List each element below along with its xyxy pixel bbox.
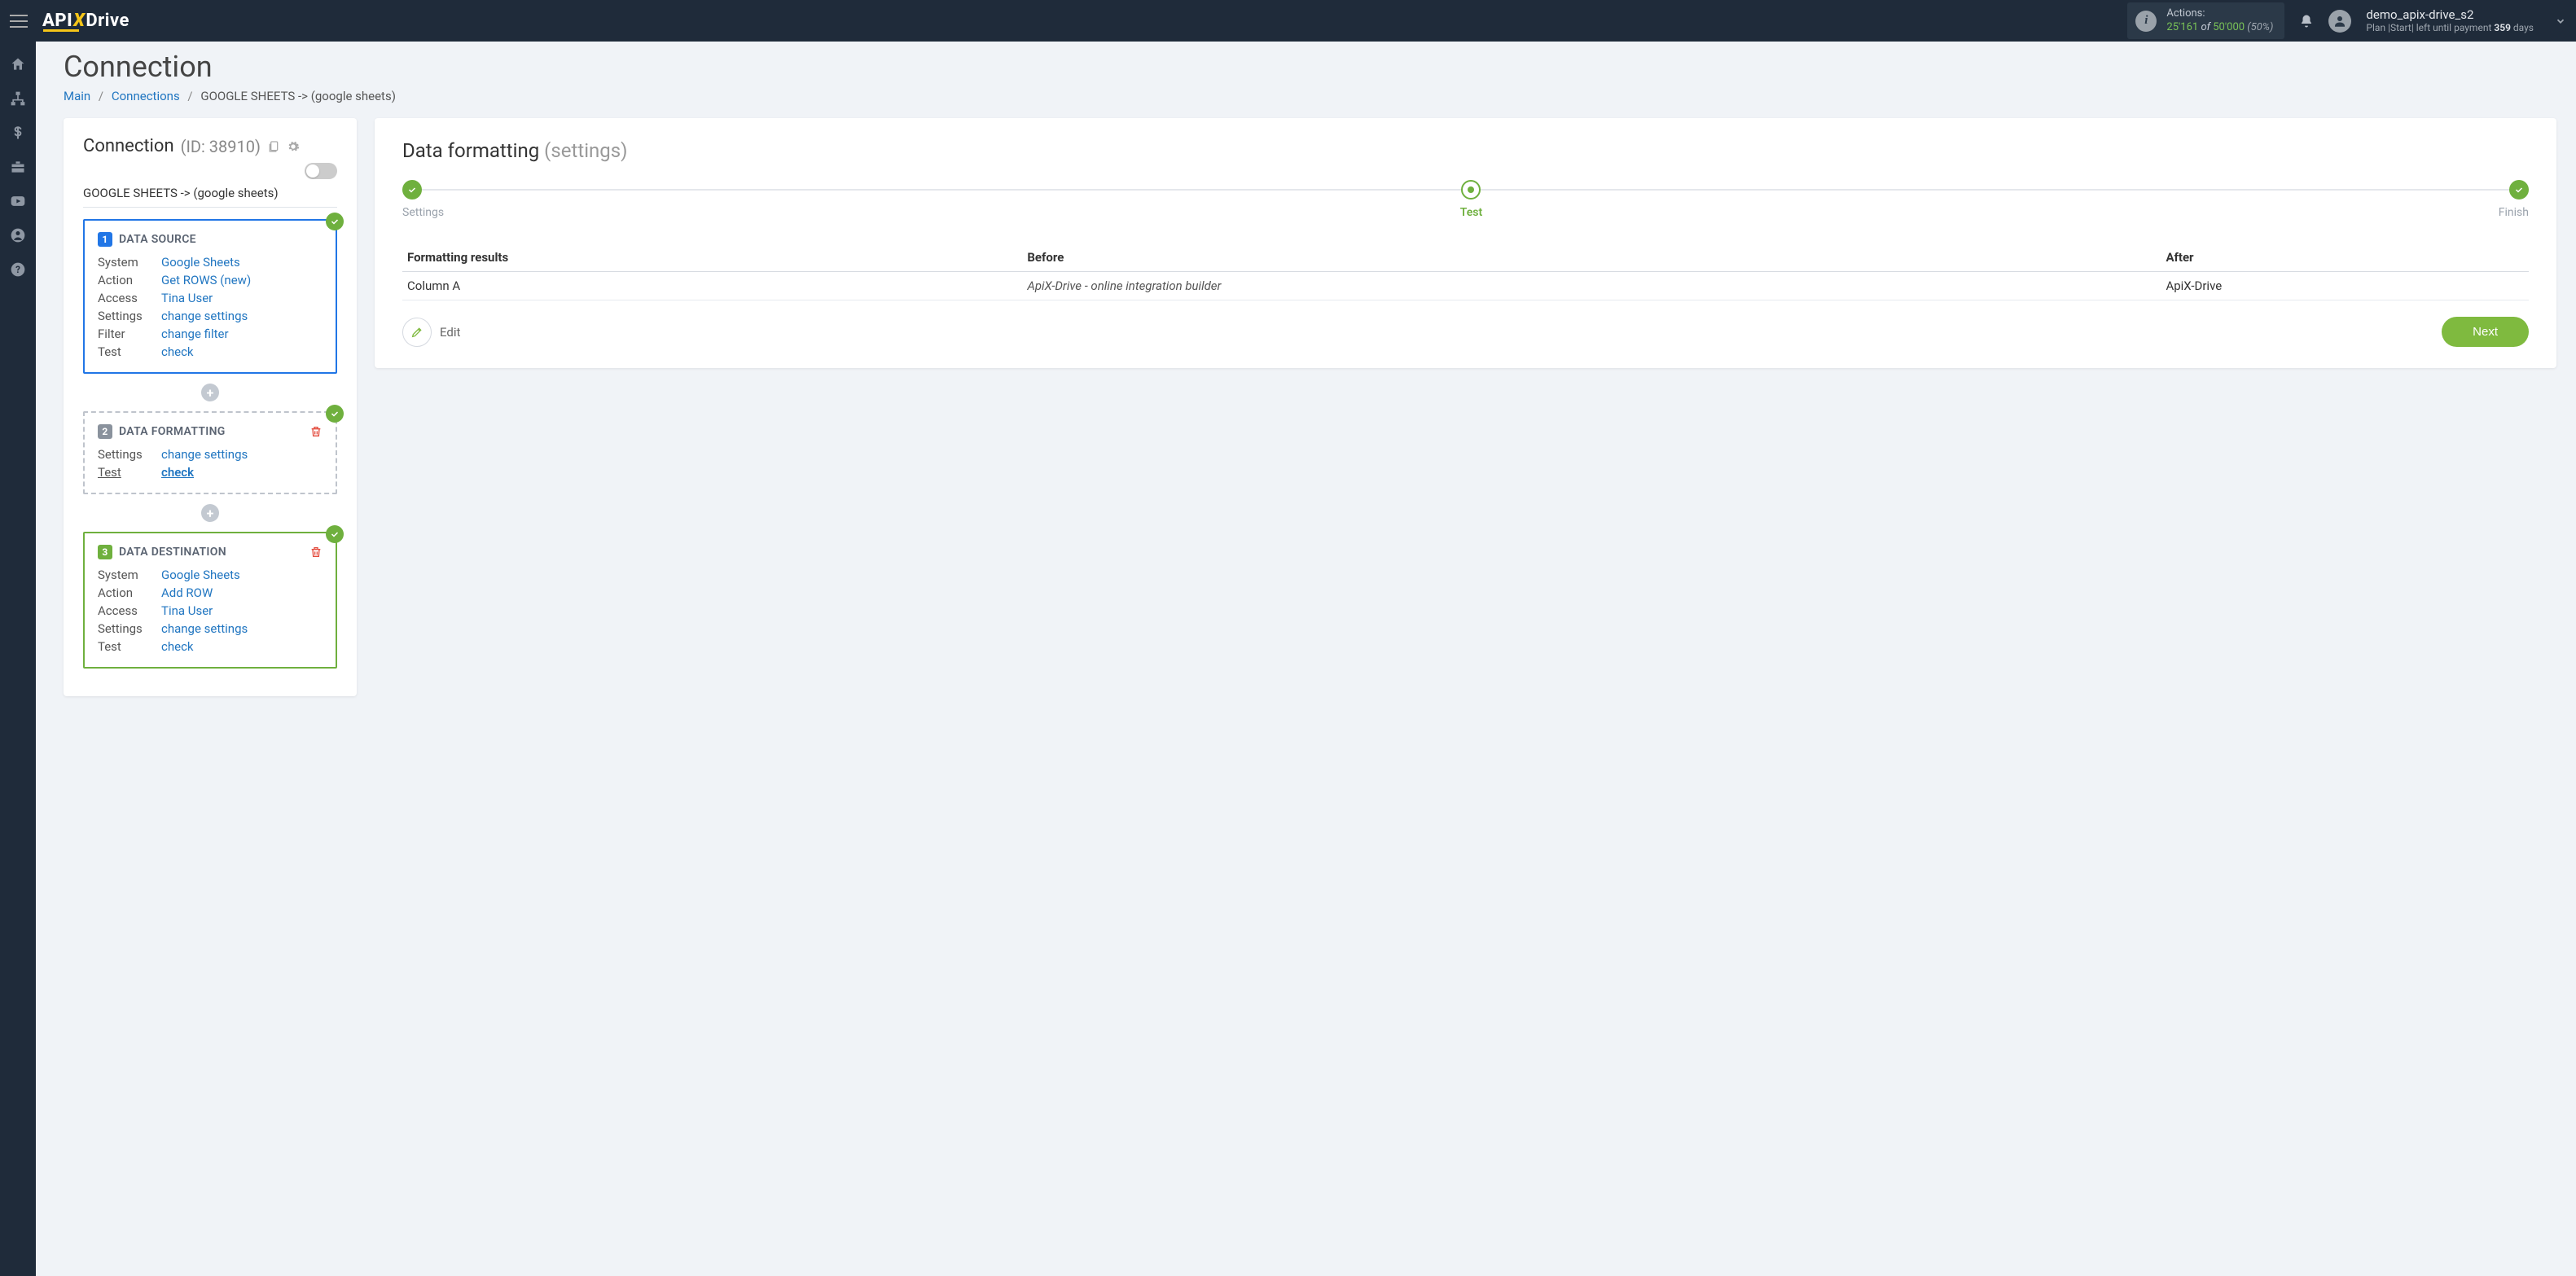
gear-icon[interactable] [287, 140, 300, 153]
copy-icon[interactable] [267, 140, 280, 153]
check-icon [326, 405, 344, 423]
actions-of: of [2201, 21, 2210, 33]
col-before: Before [1022, 243, 2161, 272]
breadcrumb: Main / Connections / GOOGLE SHEETS -> (g… [64, 89, 2556, 103]
user-menu[interactable]: demo_apix-drive_s2 Plan |Start| left unt… [2366, 7, 2534, 33]
step-title: DATA DESTINATION [119, 546, 226, 559]
breadcrumb-main[interactable]: Main [64, 89, 90, 103]
trash-icon[interactable] [309, 546, 323, 559]
actions-counter[interactable]: i Actions: 25'161 of 50'000 (50%) [2127, 2, 2284, 39]
step-title: DATA SOURCE [119, 233, 196, 246]
notifications-icon[interactable] [2299, 14, 2314, 29]
breadcrumb-connections[interactable]: Connections [112, 89, 180, 103]
check-icon [326, 525, 344, 543]
actions-total: 50'000 [2213, 21, 2245, 33]
step-title: DATA FORMATTING [119, 425, 226, 438]
panel-title: Data formatting (settings) [402, 139, 2529, 162]
avatar[interactable] [2328, 10, 2351, 33]
stepper-test[interactable]: Test [1460, 180, 1482, 219]
add-step-button[interactable]: + [201, 384, 219, 401]
svg-text:?: ? [15, 264, 20, 275]
pencil-icon [402, 318, 432, 347]
col-results: Formatting results [402, 243, 1022, 272]
connection-toggle[interactable] [305, 163, 337, 179]
stepper-settings[interactable]: Settings [402, 180, 444, 219]
connection-heading: Connection [83, 136, 174, 156]
step-data-destination[interactable]: 3 DATA DESTINATION SystemGoogle Sheets A… [83, 532, 337, 669]
actions-used: 25'161 [2166, 21, 2198, 33]
briefcase-icon[interactable] [10, 159, 26, 175]
trash-icon[interactable] [309, 425, 323, 438]
breadcrumb-current: GOOGLE SHEETS -> (google sheets) [200, 89, 396, 103]
stepper-finish[interactable]: Finish [2499, 180, 2529, 219]
page-title: Connection [64, 50, 2556, 84]
actions-label: Actions: [2166, 7, 2273, 20]
dollar-icon[interactable] [10, 125, 26, 141]
step-number: 3 [98, 545, 112, 559]
formatting-results-table: Formatting results Before After Column A… [402, 243, 2529, 300]
next-button[interactable]: Next [2442, 317, 2529, 347]
user-icon[interactable] [10, 227, 26, 243]
table-row: Column A ApiX-Drive - online integration… [402, 272, 2529, 300]
connection-path: GOOGLE SHEETS -> (google sheets) [83, 186, 337, 208]
youtube-icon[interactable] [10, 193, 26, 209]
check-icon [326, 213, 344, 230]
col-after: After [2161, 243, 2529, 272]
step-number: 2 [98, 424, 112, 439]
home-icon[interactable] [10, 56, 26, 72]
help-icon[interactable]: ? [10, 261, 26, 278]
user-name: demo_apix-drive_s2 [2366, 7, 2534, 22]
chevron-down-icon[interactable] [2555, 15, 2566, 27]
topbar: APIXDrive i Actions: 25'161 of 50'000 (5… [0, 0, 2576, 42]
step-data-formatting[interactable]: 2 DATA FORMATTING Settingschange setting… [83, 411, 337, 494]
sidebar-rail: ? [0, 42, 36, 1276]
edit-button[interactable]: Edit [402, 318, 460, 347]
step-number: 1 [98, 232, 112, 247]
menu-toggle-icon[interactable] [10, 10, 33, 33]
connection-id: (ID: 38910) [181, 137, 261, 156]
user-plan: Plan |Start| left until payment 359 days [2366, 22, 2534, 33]
progress-stepper: Settings Test Finish [402, 180, 2529, 219]
connection-panel: Connection (ID: 38910) GOOGLE SHEETS -> … [64, 118, 357, 696]
main-content: Connection Main / Connections / GOOGLE S… [36, 42, 2576, 1276]
data-formatting-panel: Data formatting (settings) Settings Test [375, 118, 2556, 368]
sitemap-icon[interactable] [10, 90, 26, 107]
add-step-button[interactable]: + [201, 504, 219, 522]
logo[interactable]: APIXDrive [42, 11, 129, 32]
info-icon: i [2135, 11, 2157, 32]
actions-pct: (50%) [2247, 21, 2273, 33]
step-data-source[interactable]: 1 DATA SOURCE SystemGoogle Sheets Action… [83, 219, 337, 374]
